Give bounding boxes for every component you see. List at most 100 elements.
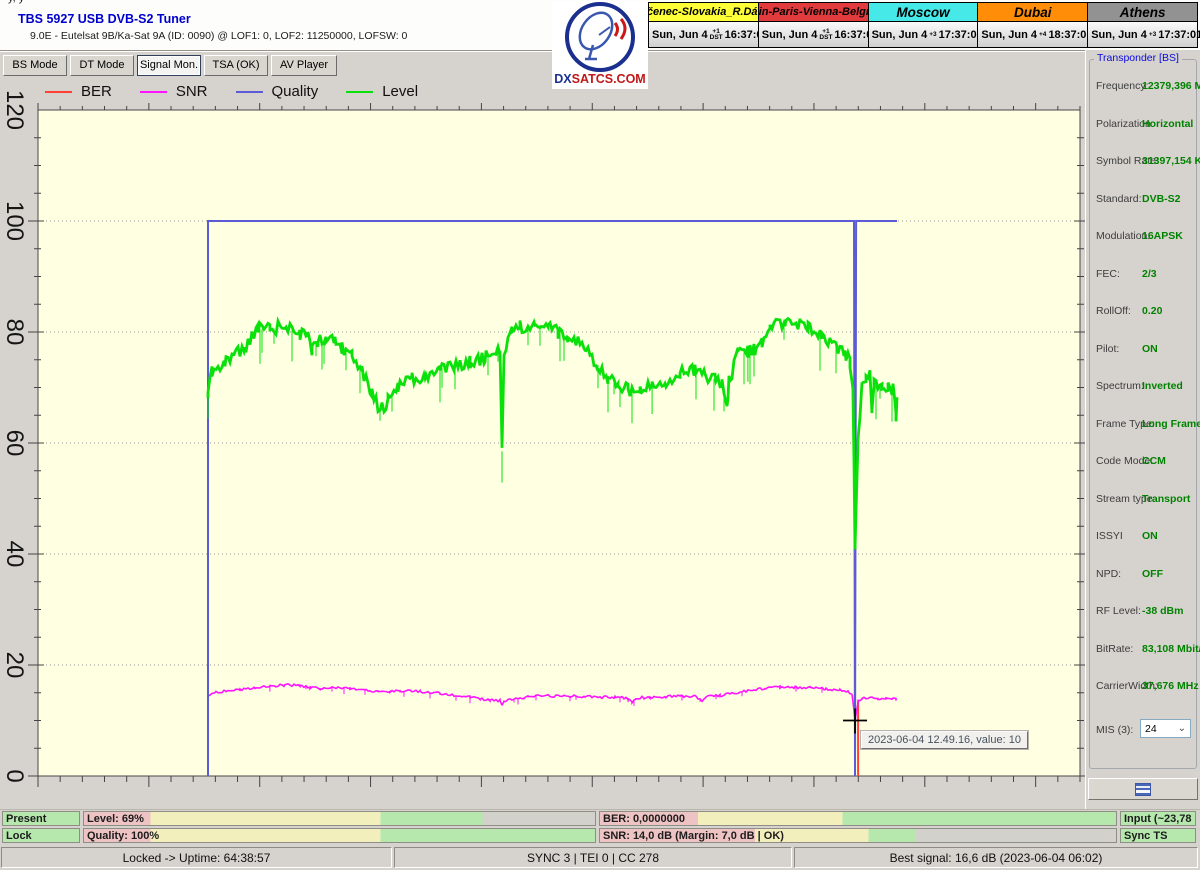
clock-time-row: Sun, Jun 4 +4 18:37:01 <box>978 22 1092 47</box>
stream-list-button[interactable] <box>1088 778 1198 800</box>
clock-1: Berlin-Paris-Vienna-BelgradeSun, Jun 4+1… <box>758 3 878 47</box>
progress-bar: Input (~23,78 Mbps) <box>1120 811 1196 826</box>
tbs-tuner-window: y, y TBS 5927 USB DVB-S2 Tuner 9.0E - Eu… <box>0 0 1200 870</box>
clock-date: Sun, Jun 4 <box>761 28 818 41</box>
field-label: Pilot: <box>1096 342 1120 355</box>
clock-4: Athens Sun, Jun 4 +3 17:37:01 <box>1088 3 1200 47</box>
clock-0: Lučenec-Slovakia_R.DávidSun, Jun 4+1DST1… <box>649 3 769 47</box>
clipped-top-text: y, y <box>8 0 128 4</box>
clock-utc-offset: +3 <box>1148 30 1157 38</box>
mode-tabstrip: BS Mode DT Mode Signal Mon. TSA (OK) AV Play… <box>0 50 1085 81</box>
world-clocks: Lučenec-Slovakia_R.DávidSun, Jun 4+1DST1… <box>648 2 1200 48</box>
bar-row: Lock Quality: 100% SNR: 14,0 dB (Margin: 7… <box>0 828 1200 843</box>
field-value: 12379,396 MHz <box>1142 80 1200 92</box>
clock-city-label: Lučenec-Slovakia_R.Dávid <box>649 3 758 22</box>
tab-av-player[interactable]: AV Player <box>271 55 337 76</box>
field-value: 2/3 <box>1142 267 1157 280</box>
clock-utc-offset: +3 <box>929 30 937 38</box>
groupbox-title: Transponder [BS] <box>1094 52 1182 64</box>
clock-utc-offset: +1 DST <box>709 27 723 41</box>
legend-label: SNR <box>175 83 208 100</box>
mis-value: 24 <box>1145 722 1157 735</box>
clock-3: Dubai Sun, Jun 4 +4 18:37:01 <box>978 3 1092 47</box>
field-value: ON <box>1142 342 1158 355</box>
legend-label: BER <box>81 83 112 100</box>
field-value: 83,108 Mbit/s <box>1142 642 1200 655</box>
transponder-sidebar: Transponder [BS] MIS (3): 24 ⌄ Frequency… <box>1085 50 1200 810</box>
progress-bar: Quality: 100% <box>83 828 596 843</box>
progress-bar-label: Quality: 100% <box>87 830 160 842</box>
legend-swatch <box>139 90 167 93</box>
tab-bs-mode[interactable]: BS Mode <box>3 55 67 76</box>
y-axis-label: 20 <box>1 651 28 679</box>
progress-bar-label: BER: 0,0000000 <box>603 813 685 825</box>
clock-time-row: Sun, Jun 4 +1 DST 16:37:01 <box>649 22 769 47</box>
legend-item-snr: SNR <box>139 83 208 100</box>
statusbar-section: SYNC 3 | TEI 0 | CC 278 <box>394 847 792 868</box>
statusbar: Locked -> Uptime: 64:38:57 SYNC 3 | TEI 0… <box>0 845 1200 870</box>
progress-bar: BER: 0,0000000 <box>599 811 1117 826</box>
clock-date: Sun, Jun 4 <box>981 28 1038 41</box>
progress-bar-label: SNR: 14,0 dB (Margin: 7,0 dB | OK) <box>603 830 784 842</box>
satellite-lof-subtitle: 9.0E - Eutelsat 9B/Ka-Sat 9A (ID: 0090) … <box>30 30 408 42</box>
clock-time-row: Sun, Jun 4 +1 DST 16:37:01 <box>758 22 878 47</box>
mis-select[interactable]: 24 ⌄ <box>1140 719 1191 738</box>
field-value: 37,676 MHz <box>1142 680 1199 692</box>
field-label: RollOff: <box>1096 305 1131 317</box>
field-value: DVB-S2 <box>1142 192 1181 205</box>
clock-city-label: Moscow <box>868 3 978 22</box>
chevron-down-icon: ⌄ <box>1177 723 1186 734</box>
legend-item-level: Level <box>346 83 418 100</box>
field-value: Transport <box>1142 492 1191 505</box>
field-label: BitRate: <box>1096 642 1134 655</box>
clock-date: Sun, Jun 4 <box>871 28 928 41</box>
legend-swatch <box>235 90 263 93</box>
tuner-title: TBS 5927 USB DVB-S2 Tuner <box>18 12 191 26</box>
clock-time-row: Sun, Jun 4 +3 17:37:01 <box>868 22 983 47</box>
field-label: Frequency: <box>1096 80 1149 92</box>
clock-time: 18:37:01 <box>1048 28 1093 41</box>
clock-city-label: Dubai <box>978 3 1088 22</box>
y-axis-label: 100 <box>1 200 28 242</box>
progress-bar-label: Lock <box>6 830 32 842</box>
bar-row: Present Level: 69% BER: 0,0000000 Input (~2… <box>0 811 1200 826</box>
progress-bar: Lock <box>2 828 80 843</box>
logo-wordmark: DXSATCS.COM <box>554 72 646 86</box>
clock-time: 17:37:01 <box>938 28 983 41</box>
field-value: ON <box>1142 530 1158 542</box>
clock-time-row: Sun, Jun 4 +3 17:37:01 <box>1088 22 1200 47</box>
dxsatcs-logo: DXSATCS.COM <box>552 1 648 89</box>
y-axis-label: 80 <box>1 318 28 346</box>
field-value: Horizontal <box>1142 117 1194 130</box>
transponder-groupbox: Transponder [BS] MIS (3): 24 ⌄ Frequency… <box>1089 52 1200 769</box>
progress-bar: Level: 69% <box>83 811 596 826</box>
statusbar-section: Best signal: 16,6 dB (2023-06-04 06:02) <box>794 847 1198 868</box>
clock-date: Sun, Jun 4 <box>652 28 708 41</box>
chart-canvas[interactable] <box>0 80 1085 808</box>
legend-swatch <box>346 90 374 93</box>
clock-utc-offset: +4 <box>1039 30 1047 38</box>
field-value: 16APSK <box>1142 230 1183 242</box>
field-value: -38 dBm <box>1142 605 1184 617</box>
field-label: Standard: <box>1096 192 1142 205</box>
legend-swatch <box>45 90 72 93</box>
field-value: Inverted <box>1142 380 1183 392</box>
tab-dt-mode[interactable]: DT Mode <box>70 55 134 76</box>
field-label: Spectrum: <box>1096 380 1144 392</box>
clock-city-label: Athens <box>1088 3 1197 22</box>
legend-label: Level <box>382 83 419 100</box>
field-label: ISSYI <box>1096 530 1123 542</box>
progress-bar-label: Present <box>6 813 47 825</box>
signal-monitor-chart[interactable]: BER SNR Quality Level 0 20 40 60 80 100 120 2023-0… <box>0 80 1085 808</box>
tab-tsa-ok-[interactable]: TSA (OK) <box>204 55 268 76</box>
chart-tooltip: 2023-06-04 12.49.16, value: 10 <box>861 730 1028 749</box>
y-axis-label: 60 <box>1 429 28 457</box>
mis-label: MIS (3): <box>1096 724 1134 736</box>
progress-bar: SNR: 14,0 dB (Margin: 7,0 dB | OK) <box>599 828 1117 843</box>
field-label: RF Level: <box>1096 605 1141 617</box>
signal-status-bars: Present Level: 69% BER: 0,0000000 Input (~2… <box>0 809 1200 845</box>
progress-bar-label: Input (~23,78 Mbps) <box>1124 813 1195 825</box>
tab-signal-mon-[interactable]: Signal Mon. <box>137 55 201 76</box>
field-label: FEC: <box>1096 267 1120 280</box>
progress-bar: Sync TS <box>1120 828 1196 843</box>
